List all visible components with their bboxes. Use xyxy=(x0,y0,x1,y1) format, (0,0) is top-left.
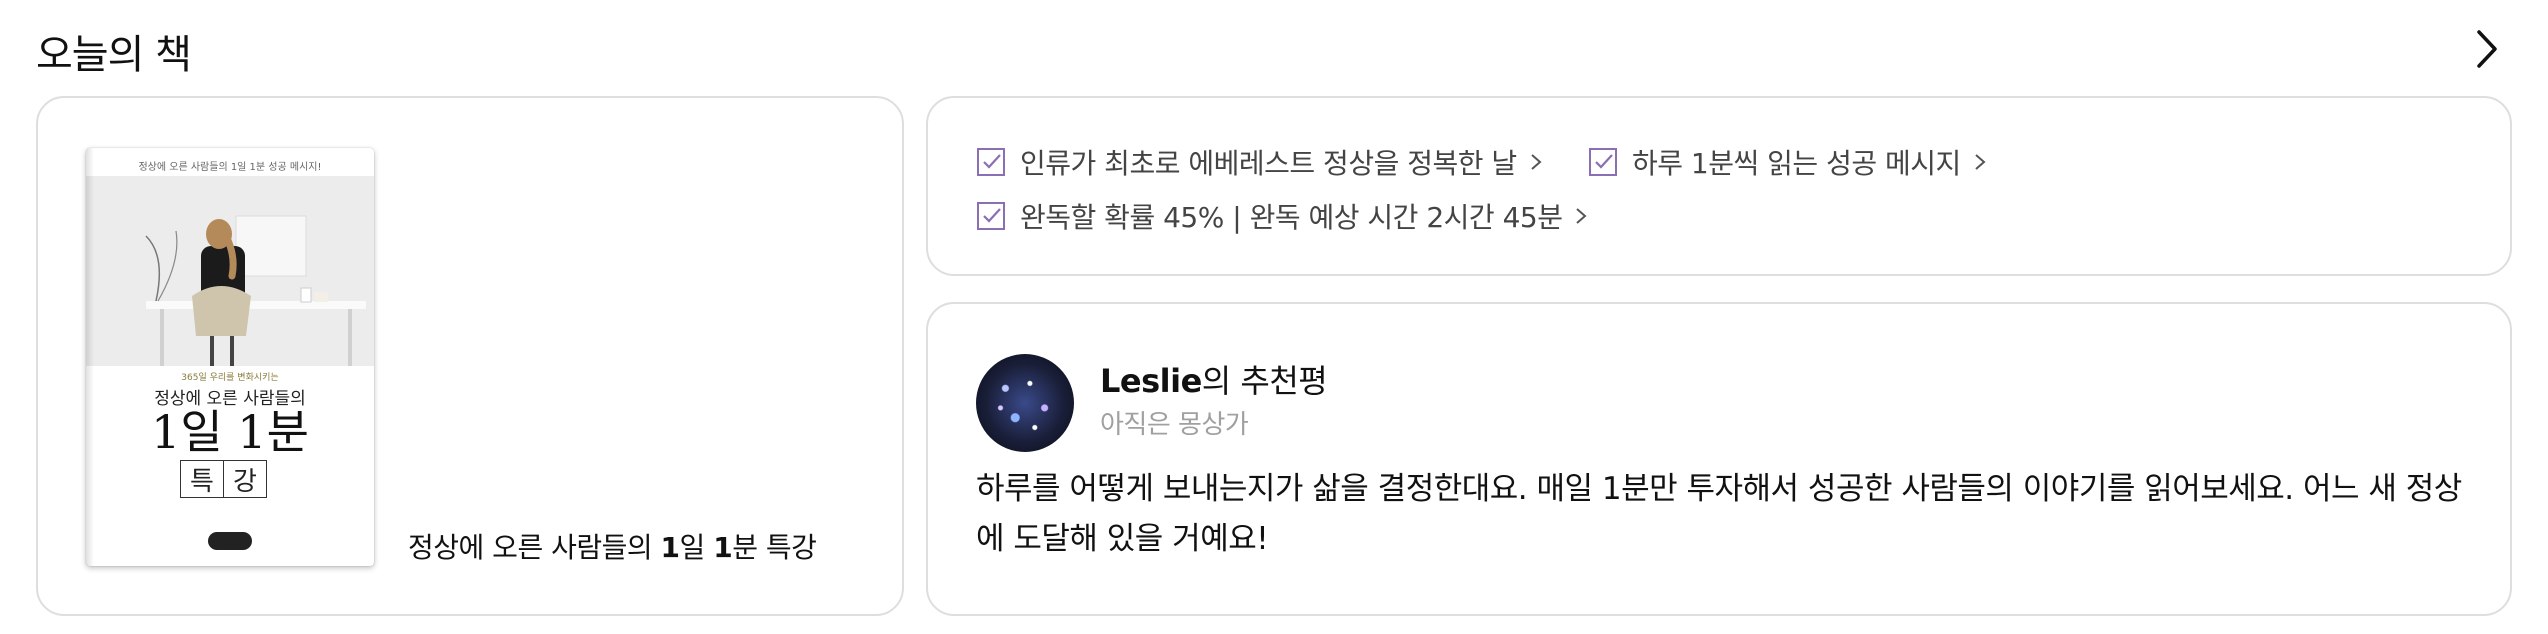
review-card: Leslie의 추천평 아직은 몽상가 하루를 어떻게 보내는지가 삶을 결정한… xyxy=(926,302,2512,616)
tag-link-everest[interactable]: 인류가 최초로 에베레스트 정상을 정복한 날 xyxy=(976,142,1543,182)
book-cover[interactable]: 정상에 오른 사람들의 1일 1분 성공 메시지! 365일 우리를 변화시키는… xyxy=(86,148,374,566)
book-title[interactable]: 정상에 오른 사람들의 1일 1분 특강 xyxy=(408,526,817,566)
review-text: 하루를 어떻게 보내는지가 삶을 결정한대요. 매일 1분만 투자해서 성공한 … xyxy=(976,471,2462,557)
cover-title-char: 강 xyxy=(223,461,266,497)
checkbox-icon xyxy=(977,202,1005,230)
chevron-right-icon xyxy=(1975,154,1986,170)
tag-label: 인류가 최초로 에베레스트 정상을 정복한 날 xyxy=(1020,147,1517,180)
cover-title-char: 특 xyxy=(190,466,214,497)
cover-title-box: 특 강 xyxy=(180,460,267,498)
book-title-part: 1 xyxy=(713,531,733,564)
more-button[interactable] xyxy=(2462,24,2512,74)
book-title-part: 분 특강 xyxy=(732,531,817,564)
section-title: 오늘의 책 xyxy=(36,32,192,78)
chevron-right-icon xyxy=(1531,154,1542,170)
book-title-part: 일 xyxy=(679,531,714,564)
chevron-right-icon xyxy=(1576,208,1587,224)
cover-illustration xyxy=(86,176,374,366)
cover-title-line2: 1일 1분 xyxy=(151,405,309,459)
checkbox-icon xyxy=(977,148,1005,176)
publisher-logo xyxy=(208,532,252,550)
cover-subtitle: 365일 우리를 변화시키는 xyxy=(181,373,279,383)
cover-top-text: 정상에 오른 사람들의 1일 1분 성공 메시지! xyxy=(138,162,322,173)
checkbox-icon xyxy=(1589,148,1617,176)
tags-card: 인류가 최초로 에베레스트 정상을 정복한 날 하루 1분씩 읽는 성공 메시지… xyxy=(926,96,2512,276)
tag-link-success-message[interactable]: 하루 1분씩 읽는 성공 메시지 xyxy=(1588,142,1987,182)
book-card[interactable]: 정상에 오른 사람들의 1일 1분 성공 메시지! 365일 우리를 변화시키는… xyxy=(36,96,904,616)
reviewer-suffix: 의 추천평 xyxy=(1201,362,1328,400)
tag-label: 완독할 확률 45% | 완독 예상 시간 2시간 45분 xyxy=(1020,201,1563,234)
tag-link-completion[interactable]: 완독할 확률 45% | 완독 예상 시간 2시간 45분 xyxy=(976,196,1588,236)
reviewer-avatar[interactable] xyxy=(976,354,1074,452)
reviewer-heading[interactable]: Leslie의 추천평 xyxy=(1100,356,1328,402)
reviewer-status: 아직은 몽상가 xyxy=(1100,410,1249,440)
reviewer-name: Leslie xyxy=(1100,362,1202,400)
cover-photo xyxy=(86,176,374,366)
book-title-part: 정상에 오른 사람들의 xyxy=(408,531,661,564)
book-title-part: 1 xyxy=(660,531,680,564)
cover-spine xyxy=(86,148,94,566)
chevron-right-icon xyxy=(2477,30,2497,68)
tag-label: 하루 1분씩 읽는 성공 메시지 xyxy=(1632,147,1961,180)
